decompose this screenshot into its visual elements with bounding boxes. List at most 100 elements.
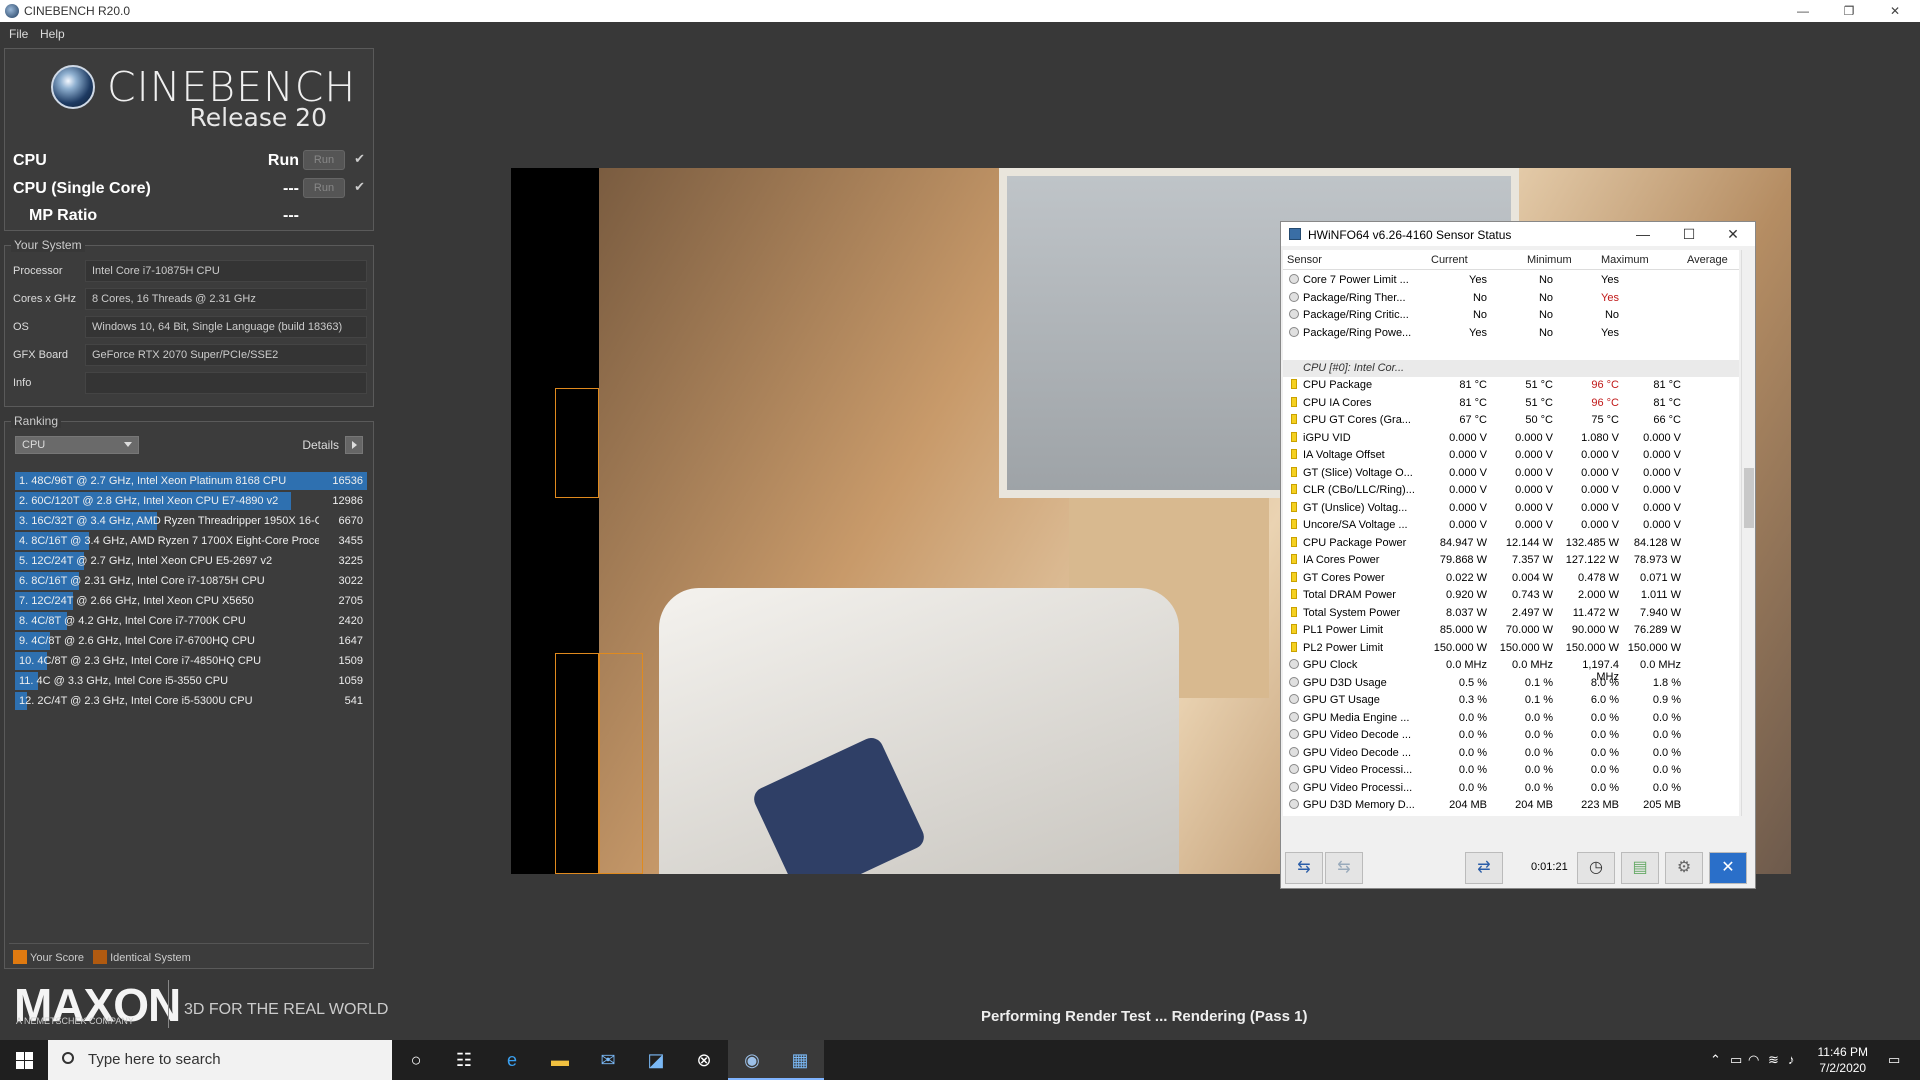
column-header[interactable]: Average xyxy=(1687,254,1728,266)
network-tray-icon[interactable]: ◠ xyxy=(1748,1052,1759,1068)
scrollbar-thumb[interactable] xyxy=(1744,468,1754,528)
ranking-select[interactable]: CPU xyxy=(15,436,139,454)
sensor-section[interactable]: CPU [#0]: Intel Cor... xyxy=(1283,359,1739,377)
task-view-icon[interactable]: ○ xyxy=(392,1040,440,1080)
menu-help[interactable]: Help xyxy=(40,27,65,41)
sensor-row[interactable]: CPU Package Power 84.947 W 12.144 W 132.485… xyxy=(1283,535,1739,552)
ranking-row[interactable]: 5. 12C/24T @ 2.7 GHz, Intel Xeon CPU E5-… xyxy=(15,552,367,570)
sensor-row[interactable]: CPU Package 81 °C 51 °C 96 °C 81 °C xyxy=(1283,377,1739,394)
details-button[interactable] xyxy=(345,436,363,454)
xbox-icon[interactable]: ⊗ xyxy=(680,1040,728,1080)
ranking-name: 9. 4C/8T @ 2.6 GHz, Intel Core i7-6700HQ… xyxy=(19,635,255,647)
sensor-row[interactable]: Package/Ring Critic... No No No xyxy=(1283,307,1739,324)
ranking-row[interactable]: 6. 8C/16T @ 2.31 GHz, Intel Core i7-1087… xyxy=(15,572,367,590)
sensor-row[interactable]: Total System Power 8.037 W 2.497 W 11.472 W… xyxy=(1283,605,1739,622)
sensor-name: CPU Package xyxy=(1303,379,1373,391)
edge-icon[interactable]: e xyxy=(488,1040,536,1080)
bench-mp-ratio: MP Ratio --- xyxy=(13,204,365,228)
volume-icon[interactable]: ♪ xyxy=(1788,1052,1795,1067)
column-header[interactable]: Minimum xyxy=(1527,254,1572,266)
sensor-row[interactable]: GPU Media Engine ... 0.0 % 0.0 % 0.0 % 0.0 % xyxy=(1283,710,1739,727)
ranking-row[interactable]: 11. 4C @ 3.3 GHz, Intel Core i5-3550 CPU… xyxy=(15,672,367,690)
ranking-row[interactable]: 2. 60C/120T @ 2.8 GHz, Intel Xeon CPU E7… xyxy=(15,492,367,510)
sensor-row[interactable]: Current cTDP Level0000 xyxy=(1283,815,1739,817)
section-title: Your System xyxy=(11,238,85,252)
battery-icon[interactable]: ▭ xyxy=(1730,1052,1742,1068)
sensor-row[interactable]: GPU Video Decode ... 0.0 % 0.0 % 0.0 % 0.0 % xyxy=(1283,727,1739,744)
sensor-row[interactable]: iGPU VID 0.000 V 0.000 V 1.080 V 0.000 V xyxy=(1283,430,1739,447)
sensor-row[interactable]: PL2 Power Limit 150.000 W 150.000 W 150.000… xyxy=(1283,640,1739,657)
ranking-row[interactable]: 10. 4C/8T @ 2.3 GHz, Intel Core i7-4850H… xyxy=(15,652,367,670)
ranking-row[interactable]: 9. 4C/8T @ 2.6 GHz, Intel Core i7-6700HQ… xyxy=(15,632,367,650)
restore-button[interactable]: ❐ xyxy=(1826,0,1872,22)
cinebench-icon[interactable]: ◉ xyxy=(728,1040,776,1080)
file-explorer-icon[interactable]: ▬ xyxy=(536,1040,584,1080)
sensor-row[interactable]: GT Cores Power 0.022 W 0.004 W 0.478 W 0.071… xyxy=(1283,570,1739,587)
column-header[interactable]: Maximum xyxy=(1601,254,1649,266)
sensor-row[interactable]: GT (Unslice) Voltag... 0.000 V 0.000 V 0.00… xyxy=(1283,500,1739,517)
scrollbar[interactable] xyxy=(1741,250,1755,816)
sensor-row[interactable]: Core 7 Power Limit ... Yes No Yes xyxy=(1283,272,1739,289)
sensor-row[interactable]: GPU Video Processi... 0.0 % 0.0 % 0.0 % 0.0 … xyxy=(1283,762,1739,779)
arrows-expand-icon[interactable]: ⇆ xyxy=(1285,852,1323,884)
check-icon[interactable]: ✔ xyxy=(354,179,365,195)
maximize-button[interactable]: ☐ xyxy=(1669,224,1709,244)
sensor-row[interactable]: CPU GT Cores (Gra... 67 °C 50 °C 75 °C 66 °C xyxy=(1283,412,1739,429)
clock-icon[interactable]: ◷ xyxy=(1577,852,1615,884)
sensor-row[interactable]: CLR (CBo/LLC/Ring)... 0.000 V 0.000 V 0.000… xyxy=(1283,482,1739,499)
notification-icon[interactable]: ▭ xyxy=(1888,1052,1900,1068)
minimize-button[interactable]: — xyxy=(1623,224,1663,244)
ranking-row[interactable]: 8. 4C/8T @ 4.2 GHz, Intel Core i7-7700K … xyxy=(15,612,367,630)
network-icon[interactable]: ⇄ xyxy=(1465,852,1503,884)
sensor-row[interactable]: GT (Slice) Voltage O... 0.000 V 0.000 V 0.0… xyxy=(1283,465,1739,482)
sensor-row[interactable]: GPU D3D Memory D... 204 MB 204 MB 223 MB 205… xyxy=(1283,797,1739,814)
run-cpu-button[interactable]: Run xyxy=(303,150,345,170)
search-box[interactable]: Type here to search xyxy=(48,1040,392,1080)
menu-file[interactable]: File xyxy=(9,27,28,41)
details-label[interactable]: Details xyxy=(302,438,339,452)
sensor-row[interactable]: IA Voltage Offset 0.000 V 0.000 V 0.000 V 0.… xyxy=(1283,447,1739,464)
column-header[interactable]: Sensor xyxy=(1287,254,1322,266)
report-icon[interactable]: ▤ xyxy=(1621,852,1659,884)
settings-icon[interactable]: ⚙ xyxy=(1665,852,1703,884)
sensor-row[interactable]: GPU D3D Usage 0.5 % 0.1 % 8.0 % 1.8 % xyxy=(1283,675,1739,692)
minimize-button[interactable]: — xyxy=(1780,0,1826,22)
timeline-icon[interactable]: ☷ xyxy=(440,1040,488,1080)
sensor-cur: 0.000 V xyxy=(1449,484,1487,496)
check-icon[interactable]: ✔ xyxy=(354,151,365,167)
sensor-max: 90.000 W xyxy=(1571,624,1619,636)
run-single-core-button[interactable]: Run xyxy=(303,178,345,198)
clock[interactable]: 11:46 PM 7/2/2020 xyxy=(1818,1044,1868,1076)
wifi-icon[interactable]: ≋ xyxy=(1768,1052,1779,1068)
column-header[interactable]: Current xyxy=(1431,254,1468,266)
sensor-row[interactable]: IA Cores Power 79.868 W 7.357 W 127.122 W 78… xyxy=(1283,552,1739,569)
close-button[interactable]: ✕ xyxy=(1713,224,1753,244)
hwinfo-icon[interactable]: ▦ xyxy=(776,1040,824,1080)
arrows-collapse-icon[interactable]: ⇆ xyxy=(1325,852,1363,884)
chevron-up-icon[interactable]: ⌃ xyxy=(1710,1052,1721,1068)
sensor-row[interactable]: GPU Clock 0.0 MHz 0.0 MHz 1,197.4 MHz 0.0 MH… xyxy=(1283,657,1739,683)
sensor-row[interactable]: CPU IA Cores 81 °C 51 °C 96 °C 81 °C xyxy=(1283,395,1739,412)
ranking-row[interactable]: 3. 16C/32T @ 3.4 GHz, AMD Ryzen Threadri… xyxy=(15,512,367,530)
sensor-row[interactable]: PL1 Power Limit 85.000 W 70.000 W 90.000 W 7… xyxy=(1283,622,1739,639)
sensor-row[interactable]: Uncore/SA Voltage ... 0.000 V 0.000 V 0.000… xyxy=(1283,517,1739,534)
sensor-row[interactable]: Total DRAM Power 0.920 W 0.743 W 2.000 W 1.0… xyxy=(1283,587,1739,604)
legend-label: Identical System xyxy=(110,952,191,964)
sensor-row[interactable]: Package/Ring Powe... Yes No Yes xyxy=(1283,325,1739,342)
ranking-row[interactable]: 4. 8C/16T @ 3.4 GHz, AMD Ryzen 7 1700X E… xyxy=(15,532,367,550)
sensor-row[interactable]: GPU Video Processi... 0.0 % 0.0 % 0.0 % 0.0 … xyxy=(1283,780,1739,797)
info-field[interactable] xyxy=(85,372,367,394)
ranking-row[interactable]: 7. 12C/24T @ 2.66 GHz, Intel Xeon CPU X5… xyxy=(15,592,367,610)
sensor-min: No xyxy=(1538,274,1553,286)
sensor-row[interactable]: Package/Ring Ther... No No Yes xyxy=(1283,290,1739,307)
store-icon[interactable]: ◪ xyxy=(632,1040,680,1080)
ranking-row[interactable]: 1. 48C/96T @ 2.7 GHz, Intel Xeon Platinu… xyxy=(15,472,367,490)
sensor-name: Package/Ring Critic... xyxy=(1303,309,1409,321)
mail-icon[interactable]: ✉ xyxy=(584,1040,632,1080)
sensor-row[interactable]: GPU Video Decode ... 0.0 % 0.0 % 0.0 % 0.0 % xyxy=(1283,745,1739,762)
ranking-row[interactable]: 12. 2C/4T @ 2.3 GHz, Intel Core i5-5300U… xyxy=(15,692,367,710)
sensor-row[interactable]: GPU GT Usage 0.3 % 0.1 % 6.0 % 0.9 % xyxy=(1283,692,1739,709)
close-button[interactable]: ✕ xyxy=(1872,0,1918,22)
close-icon[interactable]: ✕ xyxy=(1709,852,1747,884)
start-button[interactable] xyxy=(0,1040,48,1080)
